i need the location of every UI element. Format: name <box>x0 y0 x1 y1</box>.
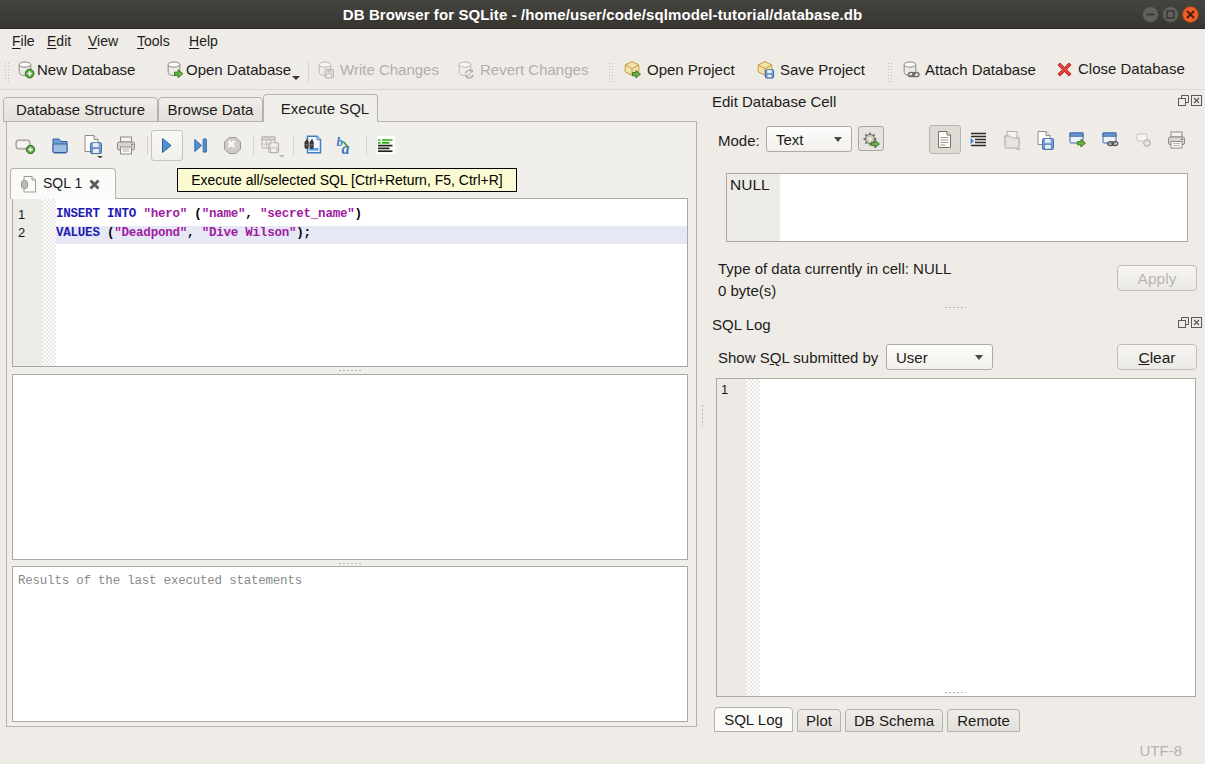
svg-text:a: a <box>342 140 350 156</box>
